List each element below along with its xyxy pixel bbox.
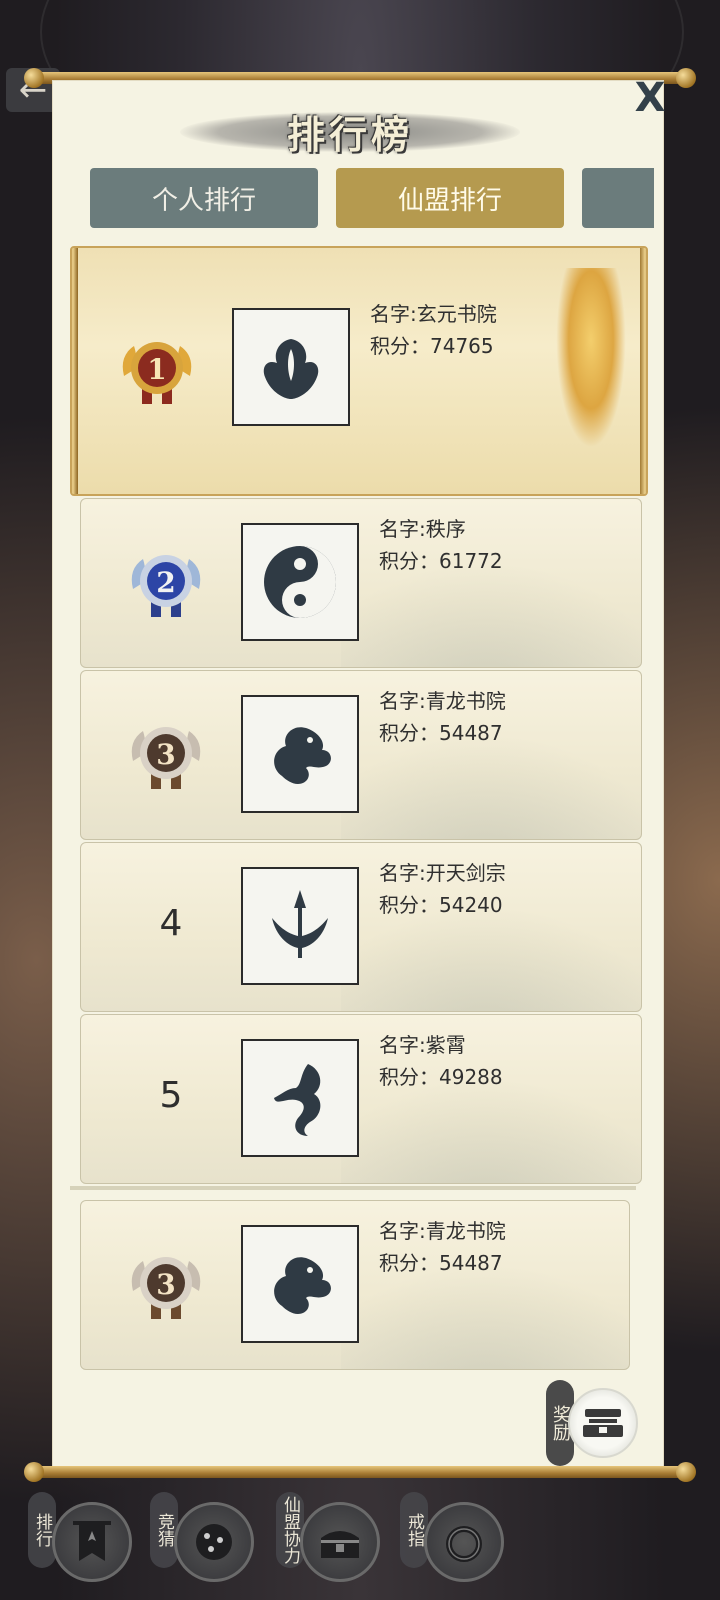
ranking-row-2[interactable]: 2 名字:秩序 积分：61772 <box>80 498 642 668</box>
alliance-name: 名字:开天剑宗 <box>379 861 506 885</box>
menu-label: 竞猜 <box>150 1492 178 1568</box>
rank-number: 5 <box>159 1075 183 1116</box>
dragon-emblem-icon <box>241 695 359 813</box>
tab-personal-ranking[interactable]: 个人排行 <box>90 168 318 228</box>
alliance-info: 名字:青龙书院 积分：54487 <box>379 685 506 749</box>
tab-third-partial[interactable]: 秩 <box>582 168 654 228</box>
alliance-info: 名字:紫霄 积分：49288 <box>379 1029 503 1093</box>
page-title: 排行榜 <box>286 111 413 157</box>
ranking-list[interactable]: 1 名字:玄元书院 积分：74765 2 名字:秩序 积分：61772 3 名字… <box>70 246 648 1186</box>
alliance-name: 名字:青龙书院 <box>379 689 506 713</box>
yin-yang-emblem-icon <box>241 523 359 641</box>
alliance-score: 积分：54487 <box>379 1251 503 1275</box>
rank-number: 1 <box>147 353 166 386</box>
phoenix-decoration <box>556 268 626 448</box>
menu-guess[interactable]: 竞猜 <box>150 1492 270 1592</box>
menu-label: 排行 <box>28 1492 56 1568</box>
silver-medal-icon: 2 <box>123 539 209 625</box>
alliance-score: 积分：74765 <box>370 334 494 358</box>
menu-label: 仙盟协力 <box>276 1492 304 1568</box>
menu-alliance-cooperation[interactable]: 仙盟协力 <box>276 1492 396 1592</box>
alliance-info: 名字:玄元书院 积分：74765 <box>370 298 497 362</box>
trident-emblem-icon <box>241 867 359 985</box>
alliance-info: 名字:开天剑宗 积分：54240 <box>379 857 506 921</box>
ranking-row-4[interactable]: 4 名字:开天剑宗 积分：54240 <box>80 842 642 1012</box>
alliance-info: 名字:秩序 积分：61772 <box>379 513 503 577</box>
dice-icon <box>174 1502 254 1582</box>
scroll-handle-left <box>72 248 78 494</box>
reward-button[interactable]: 奖励 <box>546 1380 638 1466</box>
close-button[interactable]: X <box>630 78 670 118</box>
close-icon: X <box>634 75 666 121</box>
serpent-dragon-emblem-icon <box>241 1039 359 1157</box>
ranking-row-5[interactable]: 5 名字:紫霄 积分：49288 <box>80 1014 642 1184</box>
phoenix-emblem-icon <box>232 308 350 426</box>
rank-number: 4 <box>159 903 183 944</box>
gold-medal-icon: 1 <box>114 326 200 412</box>
alliance-score: 积分：61772 <box>379 549 503 573</box>
bronze-medal-icon: 3 <box>123 711 209 797</box>
list-divider <box>70 1186 636 1190</box>
alliance-name: 名字:紫霄 <box>379 1033 466 1057</box>
alliance-score: 积分：54240 <box>379 893 503 917</box>
dragon-emblem-icon <box>241 1225 359 1343</box>
scroll-handle-right <box>640 248 646 494</box>
my-alliance-row[interactable]: 3 名字:青龙书院 积分：54487 <box>80 1200 630 1370</box>
ranking-row-3[interactable]: 3 名字:青龙书院 积分：54487 <box>80 670 642 840</box>
bottom-menu: 排行 竞猜 仙盟协力 戒指 <box>0 1480 720 1600</box>
menu-ranking[interactable]: 排行 <box>28 1492 148 1592</box>
alliance-name: 名字:青龙书院 <box>379 1219 506 1243</box>
title-banner: 排行榜 <box>180 100 520 162</box>
alliance-name: 名字:秩序 <box>379 517 466 541</box>
tab-bar: 个人排行 仙盟排行 秩 <box>90 168 654 230</box>
rank-number: 3 <box>156 738 175 771</box>
alliance-score: 积分：49288 <box>379 1065 503 1089</box>
reward-chest-icon <box>568 1388 638 1458</box>
rank-number: 3 <box>156 1268 175 1301</box>
treasure-chest-icon <box>300 1502 380 1582</box>
bronze-medal-icon: 3 <box>123 1241 209 1327</box>
ring-icon <box>424 1502 504 1582</box>
banner-icon <box>52 1502 132 1582</box>
ranking-row-1[interactable]: 1 名字:玄元书院 积分：74765 <box>70 246 648 496</box>
scroll-rod-bottom <box>24 1462 696 1482</box>
alliance-info: 名字:青龙书院 积分：54487 <box>379 1215 506 1279</box>
rank-number: 2 <box>156 566 175 599</box>
menu-ring[interactable]: 戒指 <box>400 1492 520 1592</box>
alliance-score: 积分：54487 <box>379 721 503 745</box>
alliance-name: 名字:玄元书院 <box>370 302 497 326</box>
tab-alliance-ranking[interactable]: 仙盟排行 <box>336 168 564 228</box>
menu-label: 戒指 <box>400 1492 428 1568</box>
